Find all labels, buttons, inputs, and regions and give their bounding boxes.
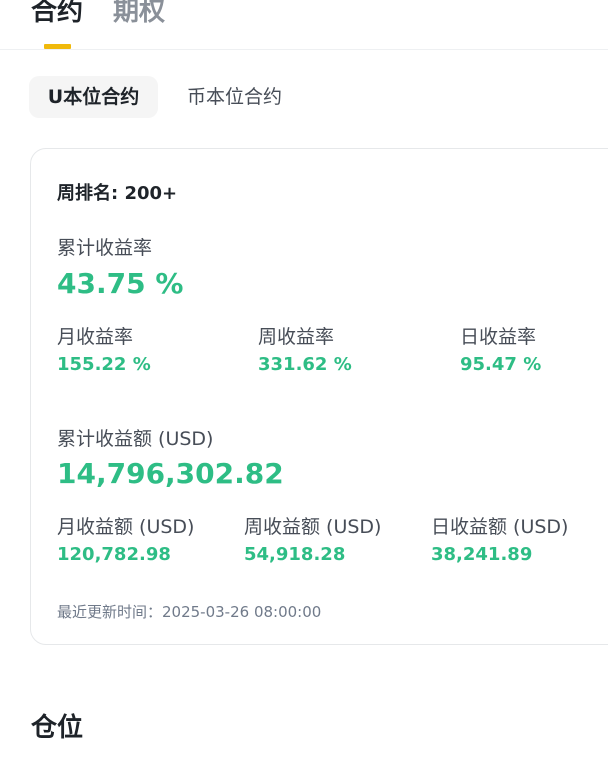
cumulative-rate-label: 累计收益率	[57, 237, 153, 259]
daily-amount-label: 日收益额 (USD)	[431, 516, 569, 538]
monthly-rate-value: 155.22 %	[57, 354, 151, 375]
weekly-rate-label: 周收益率	[258, 326, 335, 348]
monthly-amount-value: 120,782.98	[57, 544, 171, 565]
monthly-rate-label: 月收益率	[57, 326, 134, 348]
daily-rate-value: 95.47 %	[460, 354, 542, 375]
tab-options[interactable]: 期权	[113, 0, 165, 32]
performance-card: 周排名: 200+ 累计收益率 43.75 % 月收益率 155.22 % 周收…	[30, 148, 608, 645]
tab-usdt-margined[interactable]: U本位合约	[29, 76, 158, 118]
cumulative-rate-value: 43.75 %	[57, 267, 184, 300]
daily-amount-value: 38,241.89	[431, 544, 533, 565]
daily-rate-label: 日收益率	[460, 326, 537, 348]
monthly-amount-label: 月收益额 (USD)	[57, 516, 195, 538]
cumulative-amount-value: 14,796,302.82	[57, 457, 284, 490]
weekly-rate-value: 331.62 %	[258, 354, 352, 375]
active-tab-indicator	[44, 44, 71, 49]
weekly-rank: 周排名: 200+	[57, 183, 178, 204]
last-updated-time: 最近更新时间：2025-03-26 08:00:00	[57, 603, 322, 621]
tab-coin-margined[interactable]: 币本位合约	[187, 76, 282, 118]
tab-contracts[interactable]: 合约	[31, 0, 83, 32]
positions-section-title: 仓位	[31, 713, 84, 743]
weekly-amount-value: 54,918.28	[244, 544, 346, 565]
cumulative-amount-label: 累计收益额 (USD)	[57, 428, 214, 450]
weekly-amount-label: 周收益额 (USD)	[244, 516, 382, 538]
top-tab-bar: 合约 期权	[0, 0, 608, 50]
